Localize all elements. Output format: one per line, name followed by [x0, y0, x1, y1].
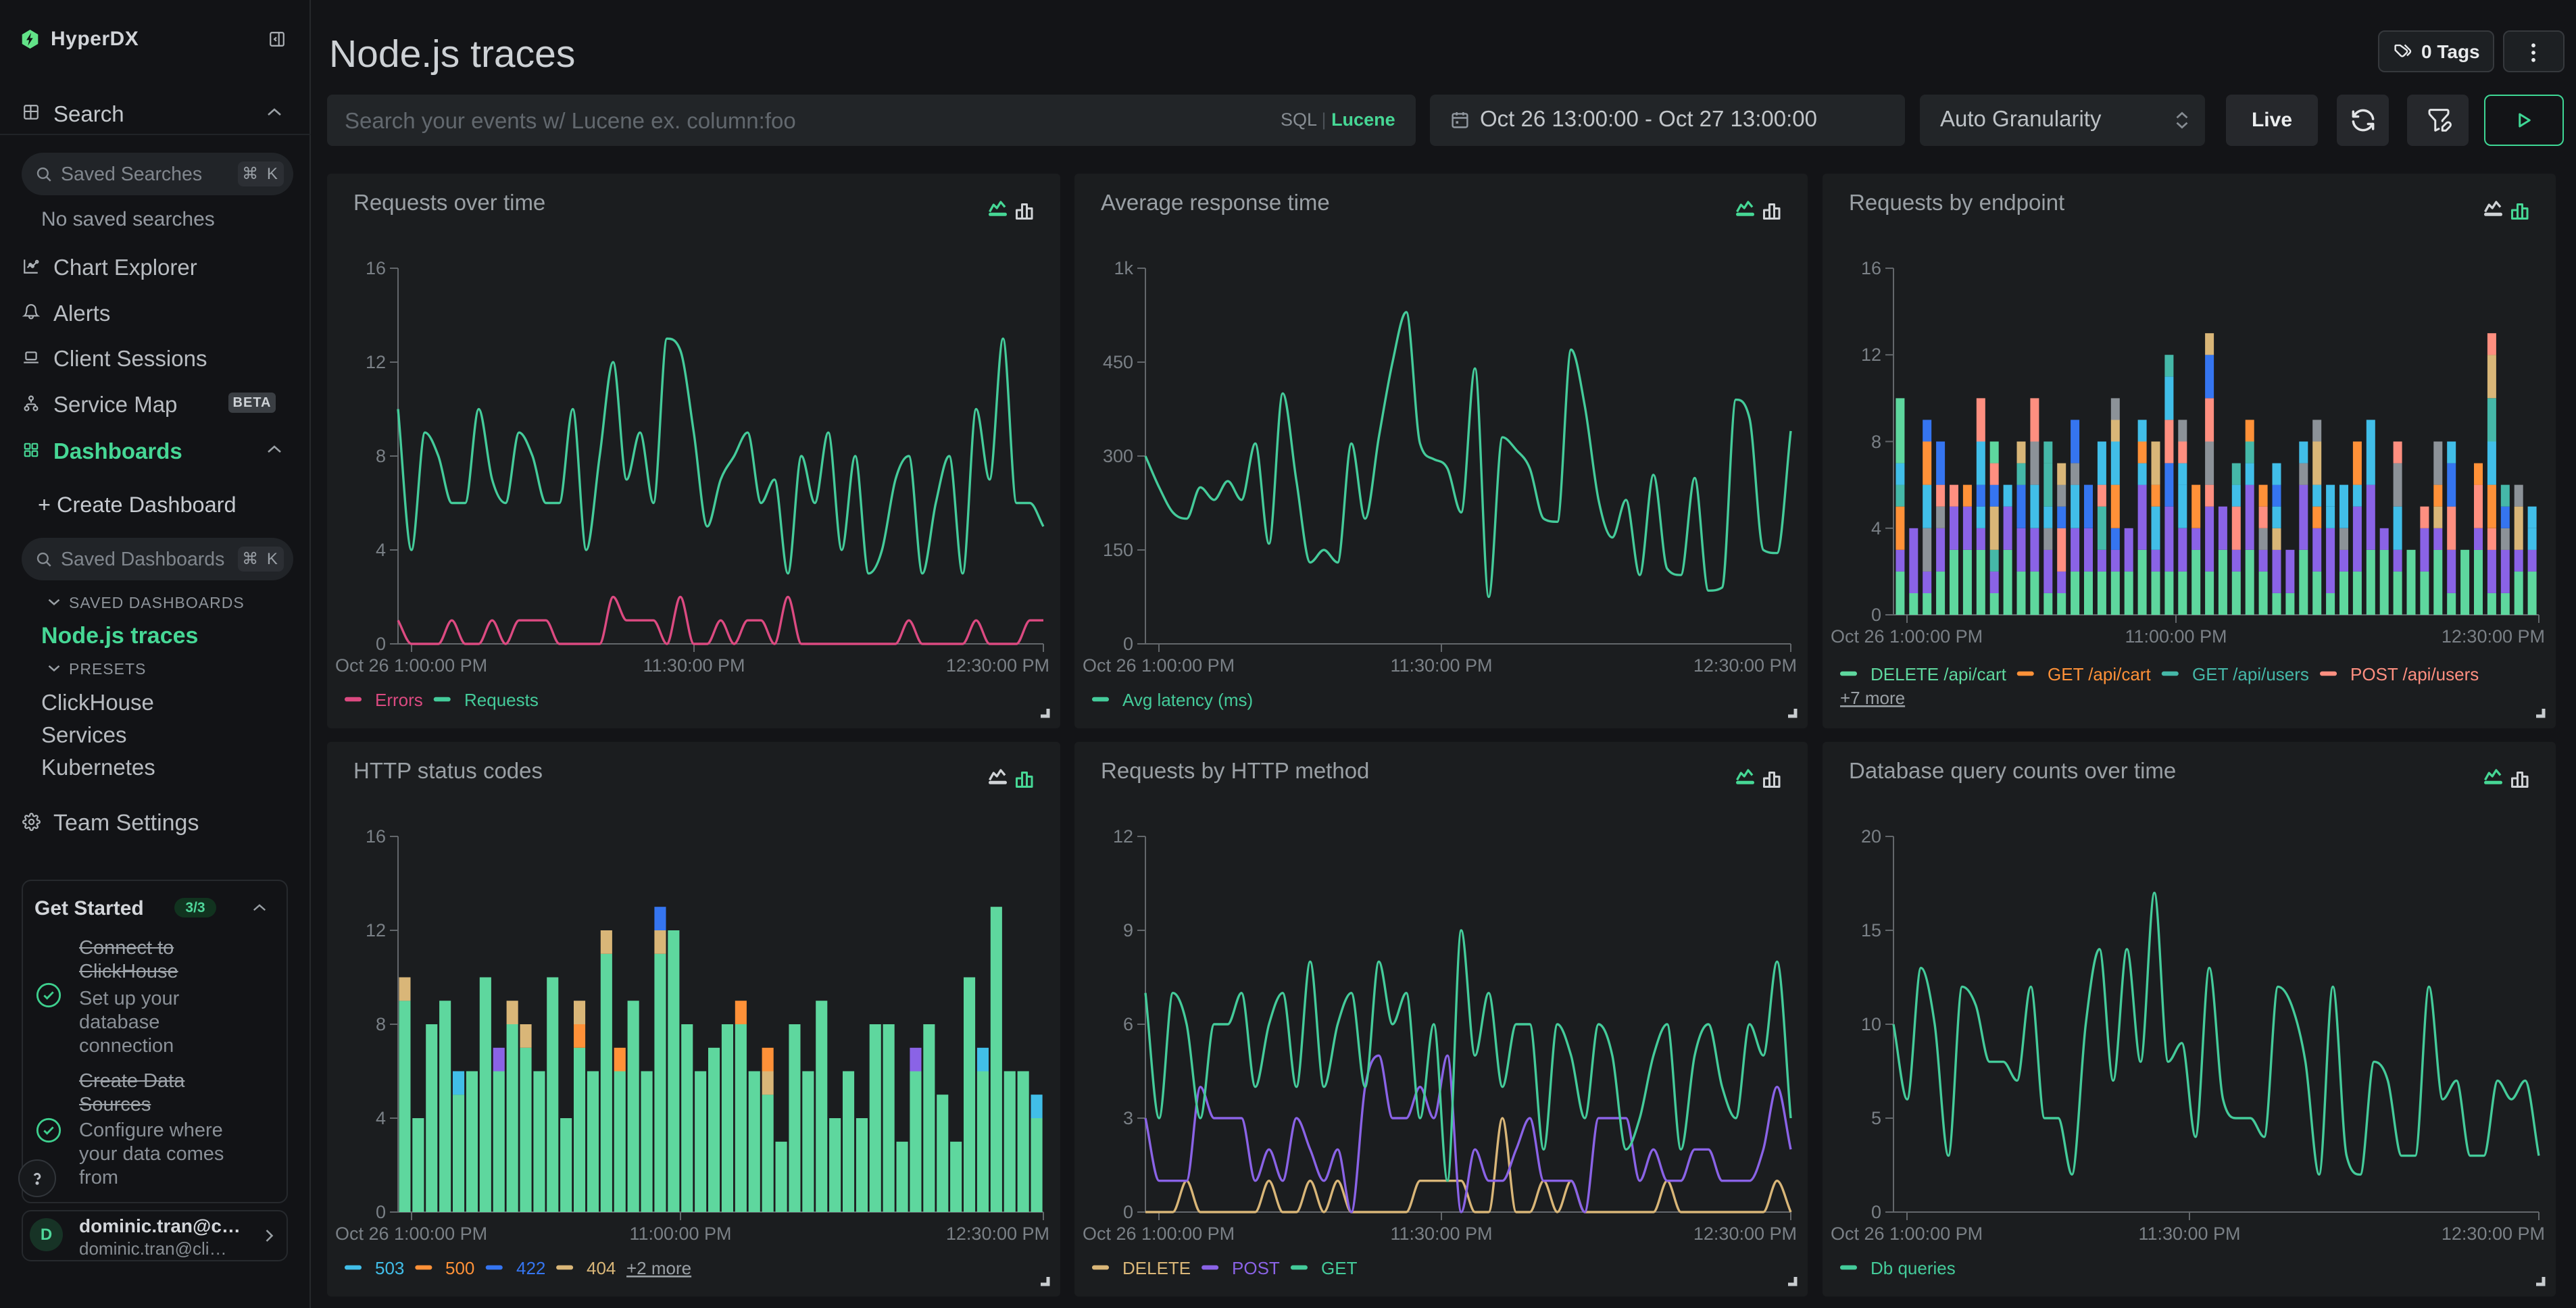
svg-text:+2 more: +2 more	[626, 1258, 691, 1278]
svg-text:HTTP status codes: HTTP status codes	[353, 758, 543, 783]
svg-text:11:30:00 PM: 11:30:00 PM	[1390, 655, 1492, 676]
svg-text:11:00:00 PM: 11:00:00 PM	[2125, 626, 2227, 647]
svg-text:4: 4	[376, 540, 386, 560]
svg-text:3: 3	[1123, 1108, 1133, 1128]
svg-text:Requests by HTTP method: Requests by HTTP method	[1101, 758, 1369, 783]
svg-text:0: 0	[376, 1202, 386, 1222]
svg-text:12:30:00 PM: 12:30:00 PM	[1693, 655, 1797, 676]
svg-text:Oct 26 1:00:00 PM: Oct 26 1:00:00 PM	[1083, 1224, 1235, 1244]
svg-text:422: 422	[516, 1258, 545, 1278]
svg-text:1k: 1k	[1114, 258, 1133, 278]
svg-text:GET /api/cart: GET /api/cart	[2048, 664, 2151, 684]
svg-text:Requests by endpoint: Requests by endpoint	[1849, 190, 2064, 215]
svg-text:0: 0	[1871, 1202, 1881, 1222]
svg-text:Requests: Requests	[464, 690, 539, 710]
svg-text:Oct 26 1:00:00 PM: Oct 26 1:00:00 PM	[1083, 655, 1235, 676]
svg-text:16: 16	[366, 258, 386, 278]
svg-text:0: 0	[1123, 1202, 1133, 1222]
svg-text:0: 0	[1123, 634, 1133, 654]
svg-text:16: 16	[366, 826, 386, 847]
svg-text:12: 12	[366, 352, 386, 372]
svg-text:12: 12	[1861, 345, 1881, 365]
svg-text:Oct 26 1:00:00 PM: Oct 26 1:00:00 PM	[335, 655, 487, 676]
svg-text:Oct 26 1:00:00 PM: Oct 26 1:00:00 PM	[1831, 626, 1983, 647]
svg-text:DELETE: DELETE	[1122, 1258, 1191, 1278]
svg-text:Avg latency (ms): Avg latency (ms)	[1122, 690, 1253, 710]
svg-text:16: 16	[1861, 258, 1881, 278]
svg-text:12:30:00 PM: 12:30:00 PM	[946, 1224, 1049, 1244]
svg-text:POST /api/users: POST /api/users	[2350, 664, 2479, 684]
svg-text:12:30:00 PM: 12:30:00 PM	[946, 655, 1049, 676]
svg-text:15: 15	[1861, 920, 1881, 940]
svg-text:0: 0	[376, 634, 386, 654]
svg-text:POST: POST	[1232, 1258, 1280, 1278]
svg-text:11:30:00 PM: 11:30:00 PM	[2138, 1224, 2240, 1244]
svg-text:11:30:00 PM: 11:30:00 PM	[1390, 1224, 1492, 1244]
svg-text:Requests over time: Requests over time	[353, 190, 545, 215]
svg-text:503: 503	[375, 1258, 404, 1278]
svg-text:Oct 26 1:00:00 PM: Oct 26 1:00:00 PM	[1831, 1224, 1983, 1244]
svg-text:DELETE /api/cart: DELETE /api/cart	[1871, 664, 2007, 684]
svg-text:5: 5	[1871, 1108, 1881, 1128]
svg-text:+7 more: +7 more	[1840, 688, 1905, 708]
svg-text:4: 4	[376, 1108, 386, 1128]
svg-text:11:00:00 PM: 11:00:00 PM	[629, 1224, 731, 1244]
svg-text:11:30:00 PM: 11:30:00 PM	[643, 655, 745, 676]
svg-text:Database query counts over tim: Database query counts over time	[1849, 758, 2176, 783]
svg-text:12: 12	[366, 920, 386, 940]
svg-text:4: 4	[1871, 518, 1881, 538]
svg-text:300: 300	[1103, 446, 1133, 466]
svg-text:12:30:00 PM: 12:30:00 PM	[2442, 1224, 2545, 1244]
svg-text:Errors: Errors	[375, 690, 423, 710]
svg-text:6: 6	[1123, 1014, 1133, 1034]
svg-text:12:30:00 PM: 12:30:00 PM	[2442, 626, 2545, 647]
svg-text:Db queries: Db queries	[1871, 1258, 1956, 1278]
svg-text:12: 12	[1113, 826, 1133, 847]
svg-text:GET: GET	[1321, 1258, 1358, 1278]
svg-text:20: 20	[1861, 826, 1881, 847]
svg-text:8: 8	[376, 446, 386, 466]
svg-text:Oct 26 1:00:00 PM: Oct 26 1:00:00 PM	[335, 1224, 487, 1244]
svg-text:12:30:00 PM: 12:30:00 PM	[1693, 1224, 1797, 1244]
svg-text:0: 0	[1871, 605, 1881, 625]
svg-text:404: 404	[587, 1258, 616, 1278]
svg-text:8: 8	[1871, 432, 1881, 452]
svg-text:500: 500	[445, 1258, 474, 1278]
svg-text:150: 150	[1103, 540, 1133, 560]
svg-text:10: 10	[1861, 1014, 1881, 1034]
svg-text:8: 8	[376, 1014, 386, 1034]
svg-text:GET /api/users: GET /api/users	[2192, 664, 2309, 684]
svg-text:9: 9	[1123, 920, 1133, 940]
svg-text:450: 450	[1103, 352, 1133, 372]
svg-text:Average response time: Average response time	[1101, 190, 1330, 215]
